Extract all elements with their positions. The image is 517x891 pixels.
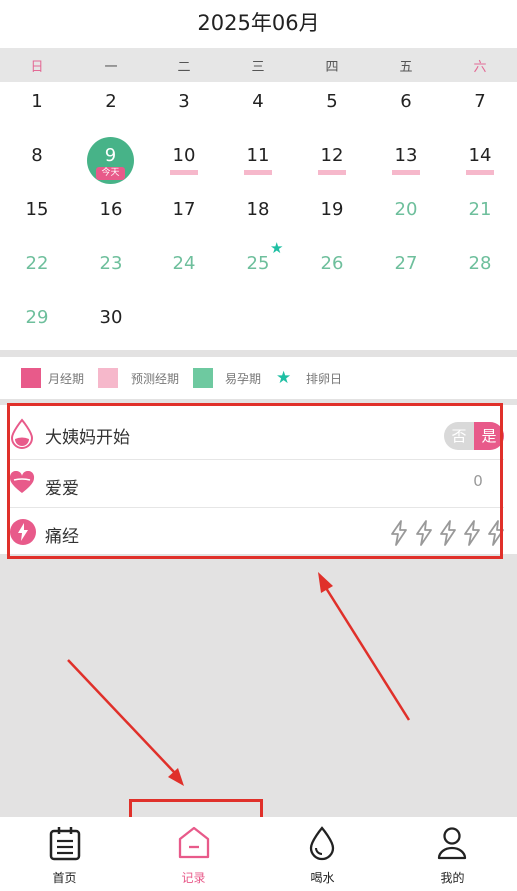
- legend-label-period: 月经期: [48, 372, 85, 386]
- arrow-head-records: [318, 572, 333, 593]
- calendar-day-fertile[interactable]: 23: [74, 253, 148, 274]
- nav-label-record: 记录: [181, 871, 206, 885]
- ovulation-star-icon: ★: [270, 239, 284, 257]
- calendar-day[interactable]: 11: [221, 145, 295, 166]
- calendar-day-fertile[interactable]: 27: [369, 253, 443, 274]
- legend-swatch-period: [21, 368, 41, 388]
- calendar-icon: [49, 827, 81, 861]
- home-record-icon: [178, 826, 210, 859]
- calendar-day[interactable]: 3: [147, 91, 221, 112]
- nav-label-water: 喝水: [310, 871, 335, 885]
- predicted-period-bar: [170, 170, 198, 175]
- weekday-sat: 六: [473, 60, 487, 75]
- calendar-day[interactable]: 14: [443, 145, 517, 166]
- calendar-day-fertile[interactable]: 20: [369, 199, 443, 220]
- calendar-day[interactable]: 7: [443, 91, 517, 112]
- calendar-day-fertile[interactable]: 28: [443, 253, 517, 274]
- calendar-day[interactable]: 2: [74, 91, 148, 112]
- weekday-wed: 三: [251, 60, 265, 75]
- legend-label-predicted: 预测经期: [131, 372, 180, 386]
- predicted-period-bar: [466, 170, 494, 175]
- nav-home[interactable]: 首页: [0, 817, 129, 891]
- calendar-day[interactable]: 1: [0, 91, 74, 112]
- records-highlight-box: [7, 403, 503, 559]
- calendar-day[interactable]: 18: [221, 199, 295, 220]
- calendar-day-today[interactable]: 9: [87, 145, 134, 166]
- calendar-day[interactable]: 30: [74, 307, 148, 328]
- weekday-tue: 二: [177, 60, 191, 75]
- weekday-header: 日 一 二 三 四 五 六: [0, 48, 517, 82]
- predicted-period-bar: [392, 170, 420, 175]
- bottom-navigation: 首页 记录 喝水 我的: [0, 817, 517, 891]
- calendar-legend: 月经期 预测经期 易孕期 ★ 排卵日: [0, 357, 517, 399]
- nav-mine[interactable]: 我的: [388, 817, 517, 891]
- arrow-to-record-tab: [67, 659, 175, 773]
- calendar-day-ovulation[interactable]: 25: [221, 253, 295, 274]
- calendar-day[interactable]: 10: [147, 145, 221, 166]
- nav-label-mine: 我的: [440, 871, 465, 885]
- calendar-day[interactable]: 15: [0, 199, 74, 220]
- month-title[interactable]: 2025年06月: [0, 7, 517, 37]
- nav-label-home: 首页: [52, 871, 77, 885]
- calendar-day-fertile[interactable]: 22: [0, 253, 74, 274]
- month-header: 2025年06月: [0, 0, 517, 48]
- predicted-period-bar: [244, 170, 272, 175]
- arrow-to-records: [324, 587, 411, 721]
- legend-ovulation-star-icon: ★: [276, 368, 292, 388]
- calendar-day[interactable]: 19: [295, 199, 369, 220]
- nav-water[interactable]: 喝水: [258, 817, 387, 891]
- calendar-day[interactable]: 4: [221, 91, 295, 112]
- weekday-sun: 日: [30, 60, 44, 75]
- today-badge: 今天: [96, 167, 125, 180]
- user-icon: [437, 827, 467, 860]
- calendar-day-fertile[interactable]: 21: [443, 199, 517, 220]
- calendar-day[interactable]: 17: [147, 199, 221, 220]
- predicted-period-bar: [318, 170, 346, 175]
- legend-label-fertile: 易孕期: [225, 372, 262, 386]
- weekday-thu: 四: [325, 60, 339, 75]
- calendar-day[interactable]: 6: [369, 91, 443, 112]
- nav-record[interactable]: 记录: [129, 817, 258, 891]
- calendar-day[interactable]: 16: [74, 199, 148, 220]
- calendar-day-fertile[interactable]: 26: [295, 253, 369, 274]
- calendar-day[interactable]: 5: [295, 91, 369, 112]
- calendar-day[interactable]: 12: [295, 145, 369, 166]
- calendar-day-fertile[interactable]: 29: [0, 307, 74, 328]
- water-drop-icon: [309, 826, 335, 861]
- legend-label-ovulation: 排卵日: [306, 372, 343, 386]
- legend-swatch-fertile: [193, 368, 213, 388]
- arrow-head-record-tab: [168, 768, 184, 786]
- calendar-day-fertile[interactable]: 24: [147, 253, 221, 274]
- weekday-fri: 五: [399, 60, 413, 75]
- legend-swatch-predicted: [98, 368, 118, 388]
- weekday-mon: 一: [104, 60, 118, 75]
- calendar-day[interactable]: 13: [369, 145, 443, 166]
- calendar-day[interactable]: 8: [0, 145, 74, 166]
